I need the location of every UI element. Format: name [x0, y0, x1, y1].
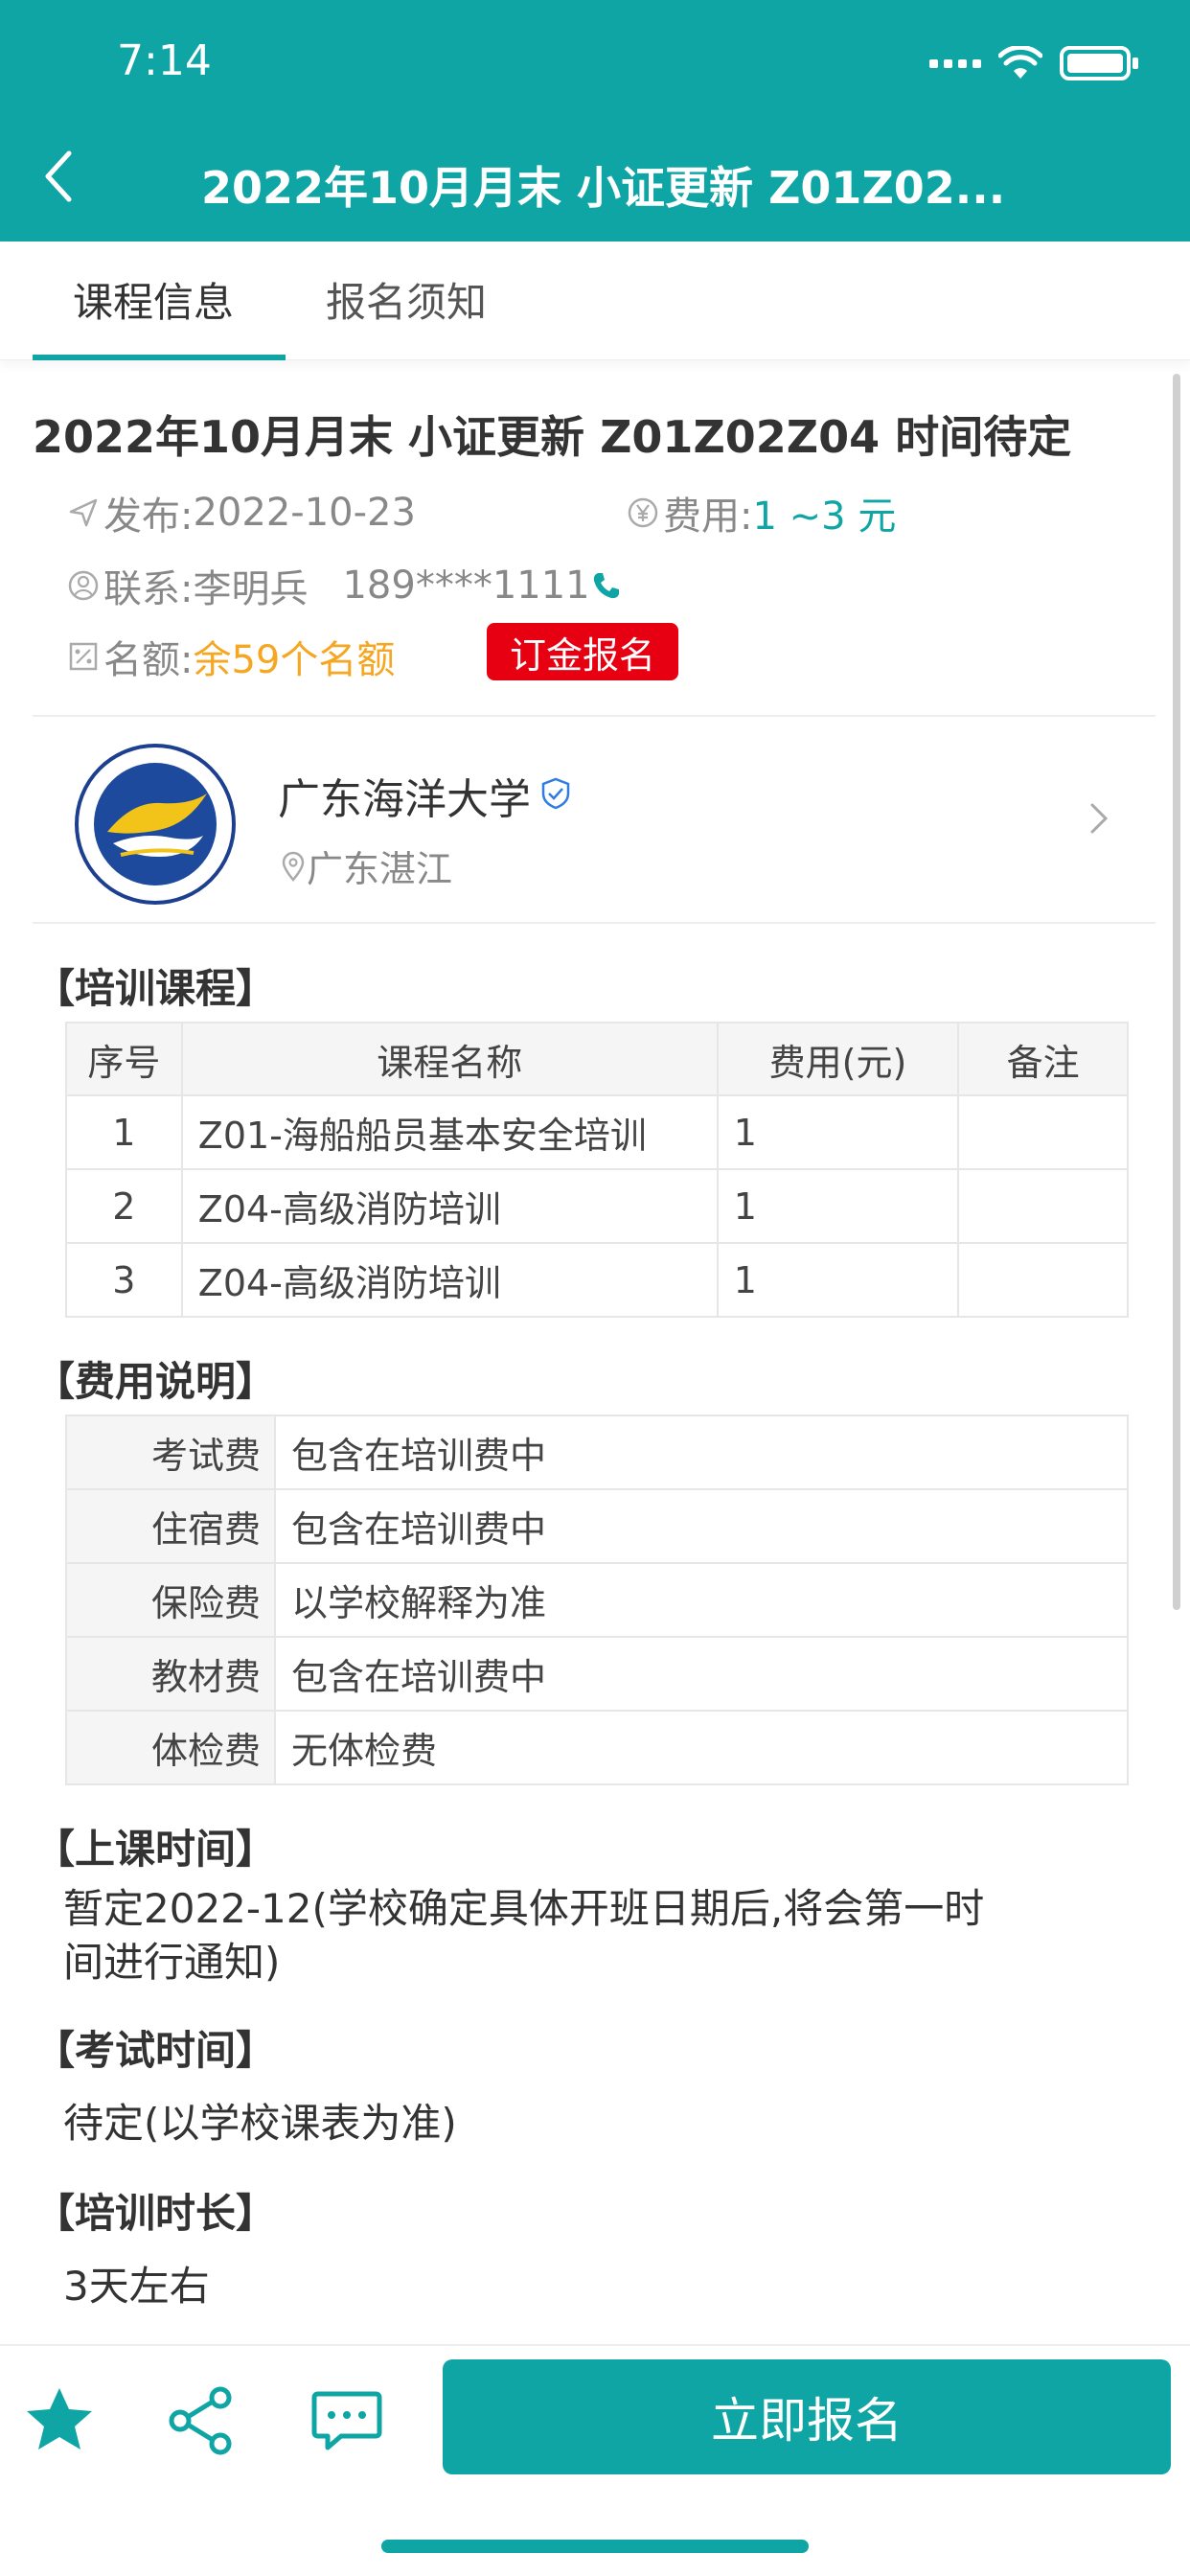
table-row: 考试费 包含在培训费中 [65, 1414, 1129, 1490]
fee-item-label: 教材费 [65, 1636, 276, 1712]
chat-icon[interactable] [309, 2382, 385, 2459]
section-title-fees: 【费用说明】 [34, 1358, 277, 1405]
user-icon [68, 570, 99, 601]
yen-icon [628, 497, 658, 528]
table-row: 3 Z04-高级消防培训 1 [65, 1242, 1129, 1318]
fee-table: 考试费 包含在培训费中 住宿费 包含在培训费中 保险费 以学校解释为准 教材费 … [65, 1414, 1129, 1785]
fee-item-value: 以学校解释为准 [274, 1562, 1129, 1638]
fee-item-label: 考试费 [65, 1414, 276, 1490]
tab-active-indicator [33, 355, 286, 360]
fee-item-label: 住宿费 [65, 1488, 276, 1564]
verified-icon [541, 777, 570, 810]
home-indicator[interactable] [381, 2540, 809, 2553]
publish-label: 发布: [103, 494, 194, 539]
table-cell: 1 [716, 1168, 960, 1244]
table-cell: Z01-海船船员基本安全培训 [180, 1094, 719, 1170]
table-row: 1 Z01-海船船员基本安全培训 1 [65, 1094, 1129, 1170]
table-header-row: 序号 课程名称 费用(元) 备注 [65, 1022, 1129, 1096]
battery-icon [1060, 46, 1138, 80]
page-title: 2022年10月月末 小证更新 Z01Z02... [201, 162, 1006, 214]
section-title-exam-time: 【考试时间】 [34, 2027, 277, 2074]
star-icon[interactable] [21, 2382, 98, 2459]
quota-label: 名额: [103, 638, 194, 682]
tab-registration-notice[interactable]: 报名须知 [326, 270, 487, 329]
contact-label: 联系: [103, 567, 194, 611]
fee-item-label: 保险费 [65, 1562, 276, 1638]
phone-icon[interactable] [590, 569, 623, 602]
table-cell: 1 [716, 1094, 960, 1170]
back-icon[interactable] [36, 146, 82, 207]
section-title-courses: 【培训课程】 [34, 965, 277, 1012]
chevron-right-icon[interactable] [1085, 799, 1113, 838]
school-logo[interactable] [75, 744, 236, 905]
table-row: 保险费 以学校解释为准 [65, 1562, 1129, 1638]
class-time-text-line2: 间进行通知) [63, 1939, 281, 1986]
class-time-text-line1: 暂定2022-12(学校确定具体开班日期后,将会第一时 [63, 1885, 985, 1932]
table-row: 教材费 包含在培训费中 [65, 1636, 1129, 1712]
tab-course-info[interactable]: 课程信息 [73, 270, 234, 329]
table-cell: 1 [716, 1242, 960, 1318]
fee-item-label: 体检费 [65, 1710, 276, 1785]
wifi-icon [998, 46, 1042, 79]
fee-item-value: 无体检费 [274, 1710, 1129, 1785]
contact-name: 李明兵 [193, 567, 309, 611]
app-header: 7:14 2022年10月月末 小证更新 Z01Z02... [0, 0, 1190, 242]
table-cell [957, 1094, 1129, 1170]
table-row: 住宿费 包含在培训费中 [65, 1488, 1129, 1564]
quota-row: 名额: 余59个名额 [67, 629, 395, 684]
school-location-row: 广东湛江 [280, 840, 452, 892]
table-row: 2 Z04-高级消防培训 1 [65, 1168, 1129, 1244]
divider [33, 715, 1156, 717]
tab-bar: 课程信息 报名须知 [0, 242, 1190, 360]
fee-item-value: 包含在培训费中 [274, 1414, 1129, 1490]
table-cell: 2 [65, 1168, 183, 1244]
exam-time-text: 待定(以学校课表为准) [63, 2100, 457, 2147]
school-name[interactable]: 广东海洋大学 [278, 765, 531, 826]
fee-item-value: 包含在培训费中 [274, 1636, 1129, 1712]
signal-icon [929, 58, 981, 68]
table-cell [957, 1168, 1129, 1244]
status-icons [929, 46, 1138, 80]
column-header: 备注 [957, 1022, 1129, 1096]
publish-row: 发布: 2022-10-23 [67, 485, 416, 540]
school-location: 广东湛江 [307, 848, 453, 890]
section-title-duration: 【培训时长】 [34, 2190, 277, 2237]
table-cell: Z04-高级消防培训 [180, 1242, 719, 1318]
signup-now-button[interactable]: 立即报名 [443, 2359, 1171, 2474]
course-table: 序号 课程名称 费用(元) 备注 1 Z01-海船船员基本安全培训 1 2 Z0… [65, 1022, 1129, 1318]
send-icon [69, 498, 98, 527]
section-title-class-time: 【上课时间】 [34, 1826, 277, 1873]
table-cell: 1 [65, 1094, 183, 1170]
location-icon [282, 851, 305, 882]
column-header: 课程名称 [180, 1022, 719, 1096]
table-cell [957, 1242, 1129, 1318]
fee-item-value: 包含在培训费中 [274, 1488, 1129, 1564]
quota-value: 余59个名额 [193, 638, 396, 682]
scrollbar[interactable] [1173, 374, 1180, 1610]
duration-text: 3天左右 [63, 2263, 210, 2310]
fee-label: 费用: [663, 494, 753, 539]
quota-icon [69, 642, 98, 671]
table-cell: 3 [65, 1242, 183, 1318]
divider [33, 922, 1156, 924]
contact-row: 联系: 李明兵 189****1111 [67, 558, 623, 613]
publish-date: 2022-10-23 [193, 491, 416, 535]
table-cell: Z04-高级消防培训 [180, 1168, 719, 1244]
status-time: 7:14 [117, 36, 212, 85]
column-header: 费用(元) [716, 1022, 960, 1096]
deposit-signup-button[interactable]: 订金报名 [487, 623, 678, 680]
fee-value: 1 ~3 元 [752, 494, 897, 539]
share-icon[interactable] [163, 2382, 240, 2459]
fee-row: 费用: 1 ~3 元 [627, 485, 896, 540]
table-row: 体检费 无体检费 [65, 1710, 1129, 1785]
contact-phone[interactable]: 189****1111 [342, 564, 589, 608]
column-header: 序号 [65, 1022, 183, 1096]
course-title: 2022年10月月末 小证更新 Z01Z02Z04 时间待定 [33, 411, 1072, 463]
